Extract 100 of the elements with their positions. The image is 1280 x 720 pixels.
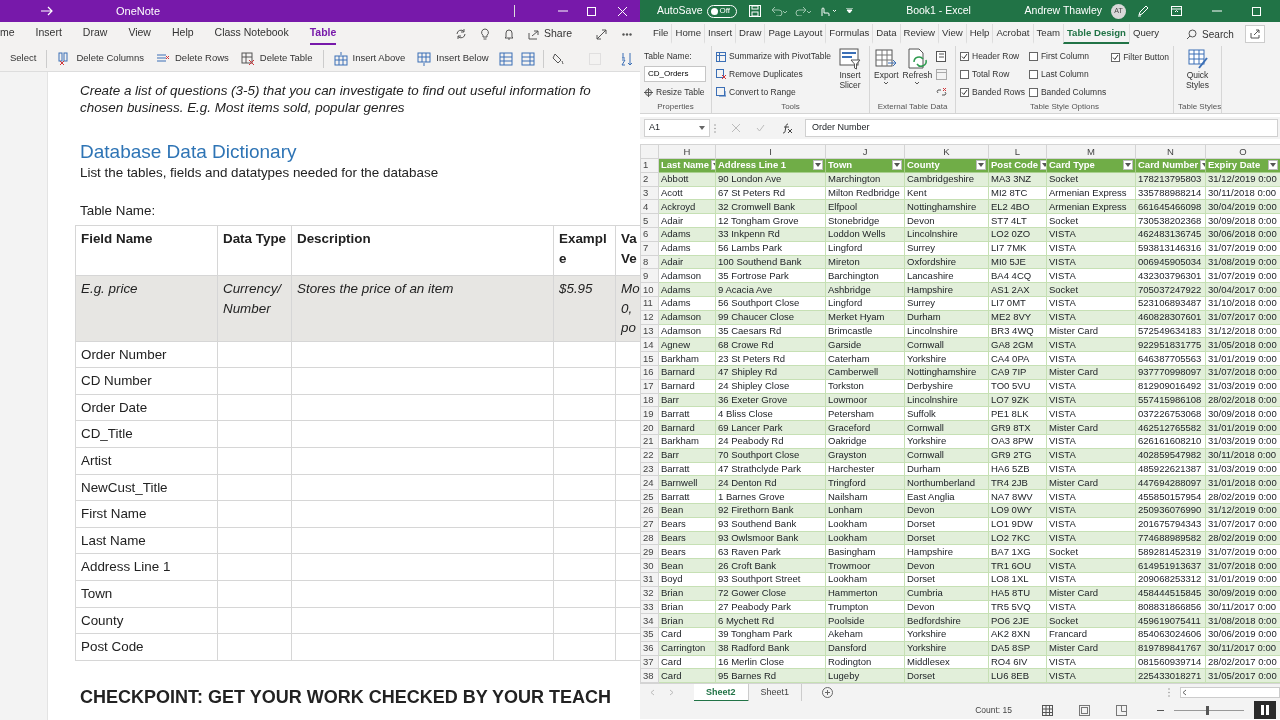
table-cell: 523106893487 [1135, 296, 1206, 311]
ribbon-button[interactable]: Select [8, 50, 39, 67]
table-cell: NewCust_Title [75, 474, 218, 501]
checkpoint-text: CHECKPOINT: GET YOUR WORK CHECKED BY YOUR TEACH [80, 685, 613, 708]
ribbon-tab[interactable]: Team [1032, 23, 1063, 45]
table-cell: Francard [1046, 627, 1136, 642]
table-cell: Stonebridge [825, 213, 905, 228]
option-checkbox[interactable]: First Column [1028, 50, 1108, 64]
table-cell: LI7 7MK [988, 241, 1047, 256]
ribbon-tab[interactable]: Help [965, 23, 993, 45]
table-cell: 63 Raven Park [715, 544, 826, 559]
table-cell: LI7 0MT [988, 296, 1047, 311]
table-cell: Derbyshire [904, 379, 989, 394]
table-name-label: Table Name: [644, 49, 693, 63]
ribbon-button[interactable]: Delete Columns [55, 50, 146, 67]
ribbon-tab[interactable]: View [938, 23, 966, 45]
ribbon-tab[interactable]: Page Layout [764, 23, 826, 45]
ribbon-tab[interactable]: Table Design [1062, 23, 1129, 45]
ribbon-button[interactable]: Delete Table [238, 50, 315, 67]
column-header[interactable]: H [658, 144, 716, 159]
column-header[interactable]: L [988, 144, 1047, 159]
table-cell: 31/07/2019 0:00 [1205, 241, 1280, 256]
table-cell: Armenian Express [1046, 186, 1136, 200]
table-cell: 27 Peabody Park [715, 600, 826, 614]
ribbon-tab[interactable]: Data [872, 23, 900, 45]
table-cell: BA7 1XG [988, 544, 1047, 559]
table-cell: Brimcastle [825, 324, 905, 338]
table-cell: 56 Southport Close [715, 296, 826, 311]
table-cell: Barratt [658, 406, 716, 421]
search-button[interactable]: Search [1184, 25, 1236, 43]
column-header[interactable]: I [715, 144, 826, 159]
sheet-tab[interactable]: Sheet2 [694, 683, 749, 702]
ribbon-tab[interactable]: Insert [35, 23, 62, 45]
table-cell: 30/11/2018 0:00 [1205, 186, 1280, 200]
ribbon-tab[interactable]: Review [899, 23, 939, 45]
ribbon-tab[interactable]: Class Notebook [214, 23, 289, 45]
table-cell: 56 Lambs Park [715, 241, 826, 256]
table-name-field[interactable]: CD_Orders [644, 66, 706, 83]
ribbon-tab[interactable]: Draw [82, 23, 108, 45]
table-cell: Lingford [825, 241, 905, 256]
ribbon-button[interactable]: Convert to Range [716, 85, 832, 99]
table-cell: 30/11/2017 0:00 [1205, 600, 1280, 614]
table-cell: CD Number [75, 367, 218, 395]
insert-slicer-button[interactable]: Insert Slicer [835, 48, 865, 101]
quick-styles-button[interactable]: Quick Styles [1178, 48, 1217, 101]
ribbon-button[interactable]: Insert Above [331, 50, 408, 67]
option-checkbox[interactable]: Header Row [960, 50, 1025, 64]
ribbon-tab[interactable]: Home [671, 23, 705, 45]
table-cell: Lookham [825, 572, 905, 587]
ribbon-tab[interactable]: Draw [735, 23, 765, 45]
table-cell: Lingford [825, 296, 905, 311]
ribbon-tab[interactable]: me [0, 23, 15, 45]
table-cell: Data Type [217, 225, 292, 276]
table-cell: Adams [658, 241, 716, 256]
table-cell: E.g. price [75, 275, 218, 342]
table-cell: Oakridge [825, 434, 905, 449]
table-cell: Barratt [658, 462, 716, 476]
option-checkbox[interactable]: Total Row [960, 68, 1025, 81]
ribbon-button[interactable]: Summarize with PivotTable [716, 50, 832, 64]
column-header[interactable]: N [1135, 144, 1206, 159]
option-checkbox[interactable]: Banded Rows [960, 85, 1025, 99]
name-box[interactable]: A1 [644, 119, 710, 137]
table-cell: Suffolk [904, 406, 989, 421]
formula-field[interactable]: Order Number [805, 119, 1278, 137]
table-cell: Devon [904, 600, 989, 614]
table-cell: OA3 8PW [988, 434, 1047, 449]
export-button[interactable]: Export [874, 48, 899, 101]
table-cell: VISTA [1046, 379, 1136, 394]
ribbon-tab[interactable]: File [650, 23, 672, 45]
option-checkbox[interactable]: Filter Button [1111, 51, 1169, 64]
ribbon-tab[interactable]: Acrobat [992, 23, 1033, 45]
table-cell: VISTA [1046, 241, 1136, 256]
ribbon-tab[interactable]: Query [1128, 23, 1163, 45]
ribbon-button[interactable]: Insert Below [415, 50, 491, 67]
table-cell: LO8 1XL [988, 572, 1047, 587]
resize-table-button[interactable]: Resize Table [644, 86, 706, 100]
column-header[interactable]: K [904, 144, 989, 159]
table-cell: 854063024606 [1135, 627, 1206, 642]
ribbon-button[interactable]: Remove Duplicates [716, 68, 832, 81]
table-cell: 730538202368 [1135, 213, 1206, 228]
table-cell: Description [291, 225, 554, 276]
column-header[interactable]: O [1205, 144, 1280, 159]
table-cell: Bears [658, 517, 716, 531]
ribbon-tab[interactable]: Table [309, 23, 337, 45]
table-cell: 626161608210 [1135, 434, 1206, 449]
share-button[interactable]: Share [525, 25, 574, 43]
ribbon-tab[interactable]: Help [171, 23, 194, 45]
ribbon-tab[interactable]: Insert [704, 23, 736, 45]
table-cell: 31/10/2018 0:00 [1205, 296, 1280, 311]
column-header[interactable]: J [825, 144, 905, 159]
option-checkbox[interactable]: Last Column [1028, 68, 1108, 81]
ribbon-tab[interactable]: View [128, 23, 151, 45]
column-header[interactable]: M [1046, 144, 1136, 159]
refresh-button[interactable]: Refresh [902, 48, 933, 101]
group-label: External Table Data [876, 101, 949, 113]
ribbon-tab[interactable]: Formulas [825, 23, 873, 45]
table-cell: 1 Barnes Grove [715, 489, 826, 504]
ribbon-button[interactable]: Delete Rows [154, 50, 231, 67]
table-cell: Akeham [825, 627, 905, 642]
option-checkbox[interactable]: Banded Columns [1028, 85, 1108, 99]
